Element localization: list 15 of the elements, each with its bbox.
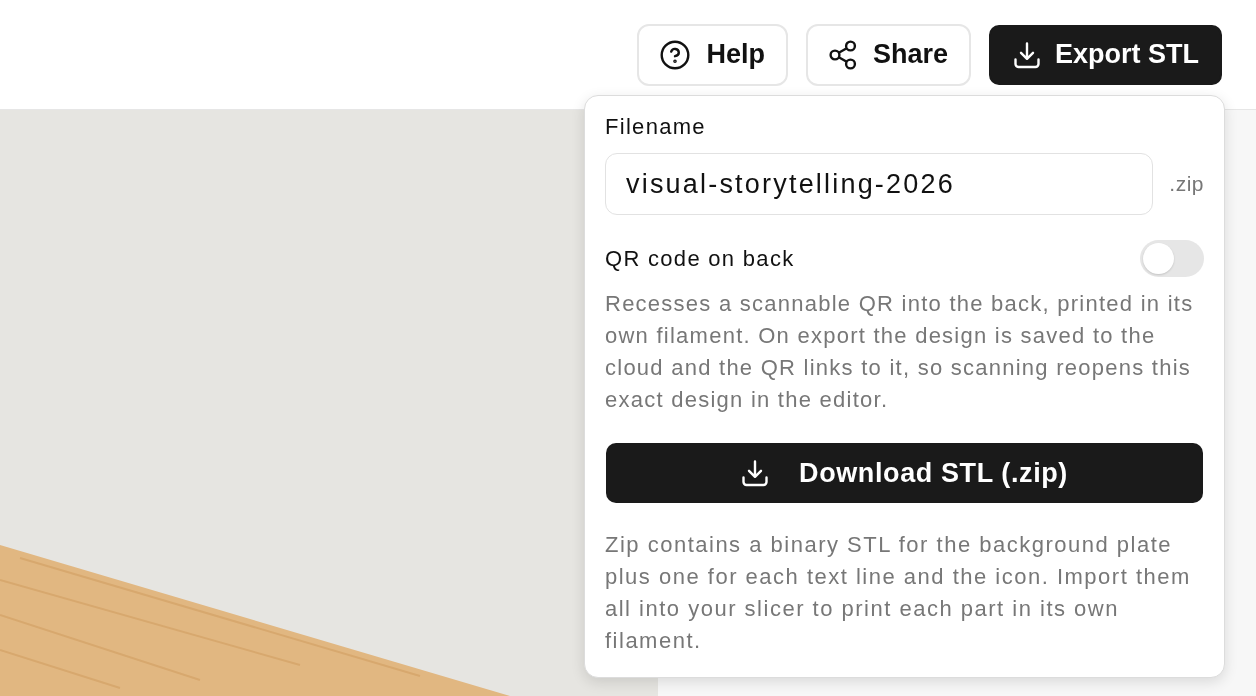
qr-code-description: Recesses a scannable QR into the back, printed in its own filament. On export the design is saved to the cloud and the QR links to it, so scanning reopens this exact design in the editor. — [605, 290, 1195, 414]
download-button[interactable]: Download STL (.zip) — [606, 443, 1203, 503]
filename-label: Filename — [605, 114, 707, 140]
qr-code-label: QR code on back — [605, 245, 795, 272]
download-icon — [741, 459, 770, 487]
download-icon — [1013, 40, 1041, 69]
share-icon — [828, 39, 857, 70]
help-icon — [660, 39, 691, 70]
zip-note: Zip contains a binary STL for the background plate plus one for each text line and the icon. Import them all into your slicer to print each part in its own filament. — [605, 531, 1192, 655]
qr-code-toggle[interactable] — [1140, 240, 1204, 277]
help-button[interactable]: Help — [637, 23, 788, 86]
export-button[interactable]: Export STL — [989, 24, 1222, 85]
share-button[interactable]: Share — [805, 23, 971, 86]
filename-field[interactable]: visual-storytelling-2026 — [605, 153, 1154, 215]
file-extension: .zip — [1169, 172, 1204, 196]
